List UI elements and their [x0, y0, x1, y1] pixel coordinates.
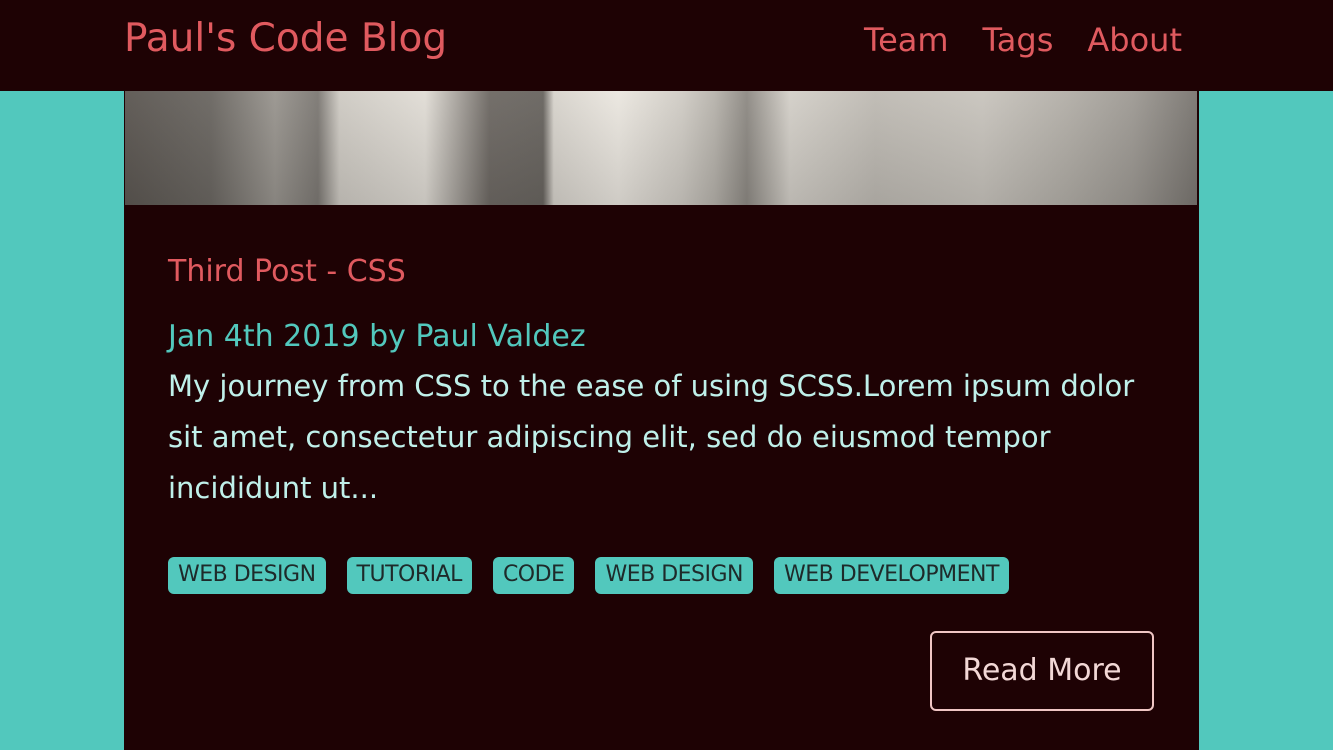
- tag-code[interactable]: CODE: [492, 557, 575, 594]
- nav-links: Team Tags About: [864, 19, 1182, 61]
- brand-link[interactable]: Paul's Code Blog: [124, 14, 447, 64]
- navbar: Paul's Code Blog Team Tags About: [0, 0, 1333, 91]
- post-excerpt: My journey from CSS to the ease of using…: [168, 369, 1135, 505]
- nav-link-about[interactable]: About: [1087, 19, 1182, 61]
- post-title[interactable]: Third Post - CSS: [168, 252, 406, 292]
- post-meta: Jan 4th 2019 by Paul Valdez: [168, 319, 586, 354]
- tag-web-development[interactable]: WEB DEVELOPMENT: [774, 557, 1009, 594]
- post-hero-image: [125, 91, 1197, 205]
- read-more-button[interactable]: Read More: [930, 631, 1154, 711]
- tag-web-design[interactable]: WEB DESIGN: [595, 557, 754, 594]
- nav-link-tags[interactable]: Tags: [983, 19, 1054, 61]
- post-card: Third Post - CSS Jan 4th 2019 by Paul Va…: [124, 91, 1199, 750]
- tag-web-design[interactable]: WEB DESIGN: [168, 557, 326, 594]
- nav-link-team[interactable]: Team: [864, 19, 949, 61]
- tag-tutorial[interactable]: TUTORIAL: [346, 557, 472, 594]
- tag-list: WEB DESIGN TUTORIAL CODE WEB DESIGN WEB …: [168, 557, 1009, 594]
